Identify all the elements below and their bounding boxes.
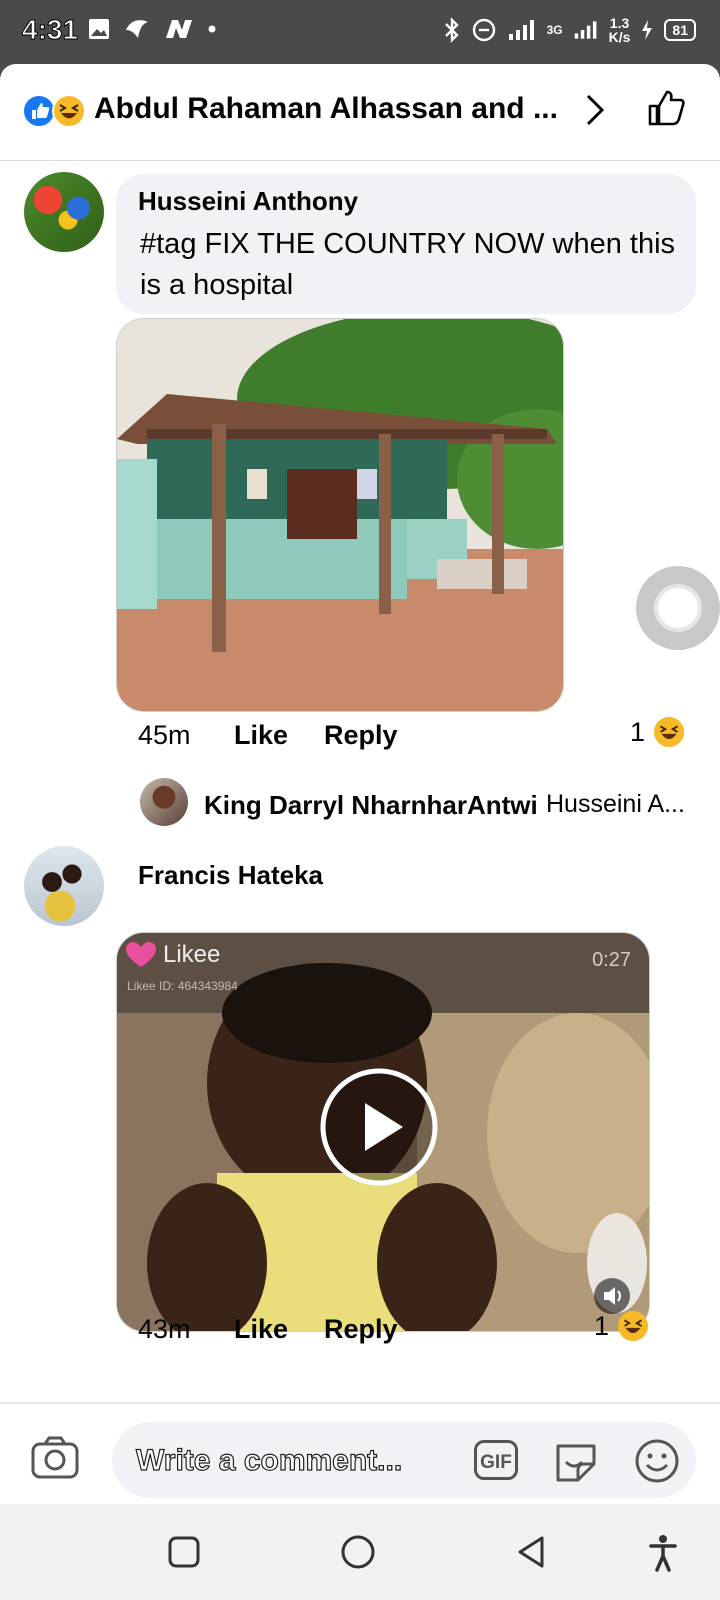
haha-icon xyxy=(617,1310,649,1342)
square-icon[interactable] xyxy=(166,1534,202,1570)
avatar[interactable] xyxy=(24,846,104,926)
floating-button-inner xyxy=(654,584,702,632)
like-icon xyxy=(22,94,56,128)
n-icon xyxy=(166,20,192,38)
network-type: 3G xyxy=(546,23,563,37)
status-bar: 4:31 3G 1.3 K/s 81 xyxy=(0,0,720,64)
hospital-photo xyxy=(117,319,563,711)
comment-composer: Write a comment... GIF xyxy=(0,1402,720,1504)
image-icon xyxy=(89,19,109,39)
comment-author[interactable]: Francis Hateka xyxy=(138,860,323,891)
thumbs-up-icon[interactable] xyxy=(644,86,688,130)
reaction-summary[interactable] xyxy=(22,94,86,128)
like-button[interactable]: Like xyxy=(234,720,288,751)
signal-icon xyxy=(508,20,534,40)
bird-icon xyxy=(126,20,148,38)
reply-button[interactable]: Reply xyxy=(324,720,398,751)
reaction-count-number: 1 xyxy=(594,1310,610,1341)
reaction-count[interactable]: 1 xyxy=(630,716,685,748)
comment-time: 45m xyxy=(138,720,191,750)
battery-icon: 81 xyxy=(664,19,696,41)
net-speed: 1.3 xyxy=(609,15,630,31)
reply-text: Husseini A... xyxy=(546,790,685,818)
circle-icon[interactable] xyxy=(340,1534,376,1570)
navigation-bar xyxy=(0,1504,720,1600)
camera-icon[interactable] xyxy=(30,1434,80,1480)
comment-author[interactable]: Husseini Anthony xyxy=(138,186,358,217)
video-duration: 0:27 xyxy=(592,949,631,971)
net-speed-unit: K/s xyxy=(608,29,631,45)
accessibility-icon[interactable] xyxy=(648,1534,678,1572)
charging-icon xyxy=(642,20,653,40)
reaction-count-number: 1 xyxy=(630,716,646,747)
heart-icon xyxy=(126,942,156,967)
reply-avatar xyxy=(140,778,188,826)
sticker-icon[interactable] xyxy=(552,1438,600,1484)
avatar[interactable] xyxy=(24,172,104,252)
reply-button[interactable]: Reply xyxy=(324,1314,398,1345)
floating-assistive-button[interactable] xyxy=(636,566,720,650)
reply-author[interactable]: King Darryl NharnharAntwi xyxy=(204,790,538,821)
video-id: Likee ID: 464343984 xyxy=(127,979,238,993)
header: Abdul Rahaman Alhassan and ... xyxy=(0,64,720,161)
likee-brand: Likee xyxy=(125,941,220,969)
chevron-right-icon[interactable] xyxy=(582,90,610,130)
back-icon[interactable] xyxy=(514,1534,550,1570)
battery-level: 81 xyxy=(672,22,688,38)
signal-icon-2 xyxy=(574,21,597,39)
post-title[interactable]: Abdul Rahaman Alhassan and ... xyxy=(94,92,558,126)
bluetooth-icon xyxy=(444,17,459,43)
gif-icon[interactable]: GIF xyxy=(474,1440,518,1480)
emoji-icon[interactable] xyxy=(634,1438,680,1484)
dnd-icon xyxy=(472,18,495,42)
comment-input[interactable]: Write a comment... GIF xyxy=(112,1422,696,1498)
comments-sheet: Abdul Rahaman Alhassan and ... Husseini … xyxy=(0,64,720,1504)
reply-preview[interactable]: King Darryl NharnharAntwi Husseini A... xyxy=(140,778,700,828)
haha-icon xyxy=(653,716,685,748)
comment-time: 43m xyxy=(138,1314,191,1344)
dot-icon xyxy=(208,25,216,33)
haha-icon xyxy=(52,94,86,128)
comment-photo[interactable] xyxy=(116,318,564,712)
clock: 4:31 xyxy=(21,14,79,46)
comment-text: #tag FIX THE COUNTRY NOW when this is a … xyxy=(140,228,676,301)
reaction-count[interactable]: 1 xyxy=(594,1310,649,1342)
video-brand: Likee xyxy=(163,941,221,968)
play-icon[interactable] xyxy=(319,1067,439,1187)
like-button[interactable]: Like xyxy=(234,1314,288,1345)
comment-placeholder: Write a comment... xyxy=(135,1443,403,1477)
comment-video[interactable]: Likee Likee ID: 464343984 0:27 xyxy=(116,932,650,1332)
